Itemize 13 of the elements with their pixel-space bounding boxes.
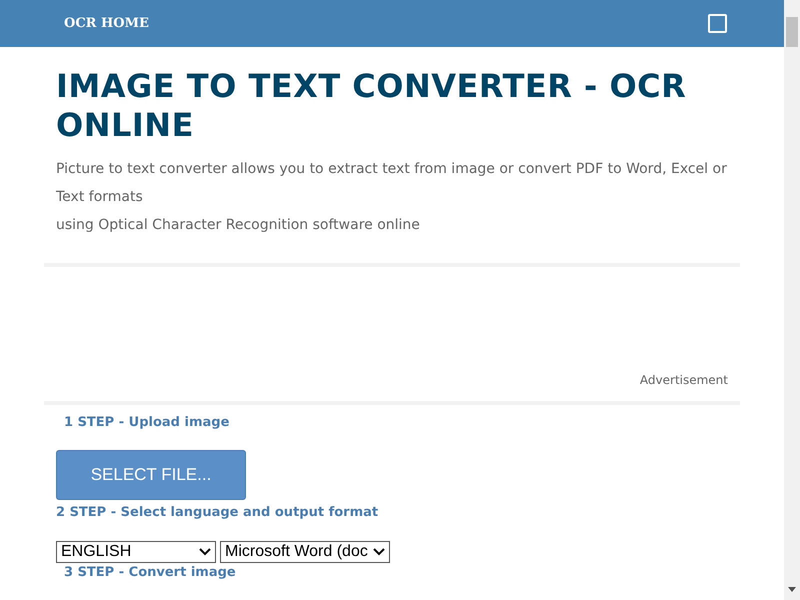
step-heading: 2 STEP - Select language and output format xyxy=(56,505,380,521)
format-select[interactable]: Microsoft Word (doc xyxy=(220,541,390,563)
scrollbar[interactable] xyxy=(784,0,800,600)
intro-text: using Optical Character Recognition software online xyxy=(56,216,421,235)
menu-icon[interactable] xyxy=(708,14,727,33)
chevron-icon xyxy=(199,548,211,556)
chevron-icon xyxy=(373,548,385,556)
step-heading: 1 STEP - Upload image xyxy=(64,415,230,431)
advertisement-label: Advertisement xyxy=(640,373,728,387)
home-link[interactable]: OCR HOME xyxy=(64,16,149,31)
step-heading: 3 STEP - Convert image xyxy=(64,565,237,581)
page-title: IMAGE TO TEXT CONVERTER - OCR ONLINE xyxy=(56,67,688,145)
language-select[interactable]: ENGLISH xyxy=(56,541,216,563)
